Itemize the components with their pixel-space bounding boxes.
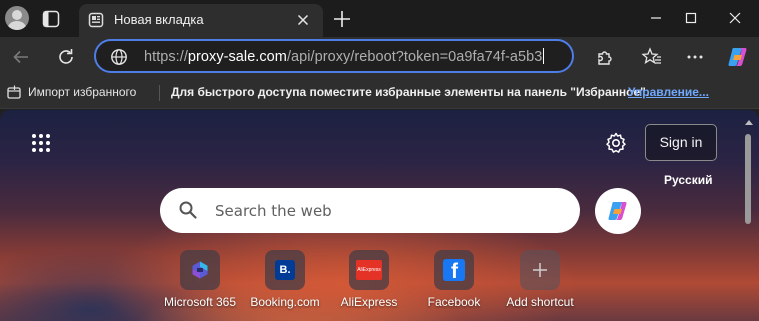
- maximize-icon[interactable]: [678, 5, 704, 31]
- scroll-up-arrow-icon[interactable]: [745, 120, 753, 125]
- app-launcher-grid-icon[interactable]: [30, 132, 52, 154]
- import-favorites-button[interactable]: Импорт избранного: [28, 85, 136, 99]
- copilot-icon: [608, 202, 627, 220]
- scrollbar[interactable]: [744, 120, 754, 230]
- title-bar: Новая вкладка: [0, 0, 759, 37]
- copilot-button[interactable]: [595, 188, 641, 234]
- scrollbar-thumb[interactable]: [745, 134, 751, 224]
- shortcut-tile[interactable]: f: [434, 250, 474, 290]
- new-tab-page-icon: [88, 12, 104, 28]
- copilot-icon[interactable]: [725, 44, 751, 70]
- aliexpress-icon: AliExpress: [356, 260, 382, 280]
- url-host: proxy-sale.com: [187, 49, 287, 65]
- tab-actions-menu-icon[interactable]: [40, 8, 62, 30]
- shortcut-tile[interactable]: [520, 250, 560, 290]
- shortcut-label: Facebook: [427, 295, 481, 309]
- microsoft-365-icon: [192, 261, 208, 279]
- page-settings-gear-icon[interactable]: [604, 131, 628, 155]
- address-url[interactable]: https://proxy-sale.com/api/proxy/reboot?…: [144, 48, 545, 65]
- search-input[interactable]: [215, 199, 545, 223]
- refresh-icon[interactable]: [55, 46, 77, 68]
- url-path: /api/proxy/reboot?token=0a9fa74f-a5b3: [286, 49, 543, 65]
- search-icon: [178, 200, 198, 220]
- favorites-star-icon[interactable]: [641, 46, 663, 68]
- back-arrow-icon[interactable]: [10, 46, 32, 68]
- plus-icon: [533, 263, 547, 277]
- manage-favorites-link[interactable]: Управление...: [628, 85, 709, 99]
- url-scheme: https://: [144, 49, 188, 65]
- text-cursor: [543, 48, 545, 64]
- globe-icon[interactable]: [110, 48, 128, 66]
- toolbar: https://proxy-sale.com/api/proxy/reboot?…: [0, 37, 759, 77]
- language-selector[interactable]: Русский: [664, 173, 713, 187]
- tab-new-tab[interactable]: Новая вкладка: [79, 4, 323, 37]
- extensions-puzzle-icon[interactable]: [594, 46, 616, 68]
- new-tab-page: Sign in Русский Microsoft 365: [0, 110, 759, 321]
- close-tab-icon[interactable]: [295, 12, 311, 28]
- favorites-bar: Импорт избранного Для быстрого доступа п…: [0, 77, 759, 109]
- facebook-icon: f: [443, 259, 465, 281]
- minimize-icon[interactable]: [643, 5, 669, 31]
- web-search-box[interactable]: [160, 188, 580, 233]
- shortcut-tile[interactable]: AliExpress: [349, 250, 389, 290]
- shortcut-facebook[interactable]: f Facebook: [404, 250, 504, 320]
- profile-avatar-icon[interactable]: [5, 6, 29, 30]
- tab-title: Новая вкладка: [114, 12, 204, 27]
- shortcut-label: Add shortcut: [506, 295, 574, 309]
- favorites-divider: [159, 85, 160, 101]
- shortcut-tile[interactable]: [180, 250, 220, 290]
- close-window-icon[interactable]: [722, 5, 748, 31]
- shortcut-tile[interactable]: B.: [265, 250, 305, 290]
- more-options-icon[interactable]: [684, 46, 706, 68]
- sign-in-button[interactable]: Sign in: [645, 124, 717, 161]
- favorites-hint-text: Для быстрого доступа поместите избранные…: [171, 85, 650, 99]
- import-favorites-icon[interactable]: [6, 84, 23, 101]
- address-bar[interactable]: https://proxy-sale.com/api/proxy/reboot?…: [94, 39, 574, 73]
- booking-icon: B.: [275, 260, 295, 280]
- new-tab-plus-icon[interactable]: [331, 8, 353, 30]
- add-shortcut-button[interactable]: Add shortcut: [490, 250, 590, 320]
